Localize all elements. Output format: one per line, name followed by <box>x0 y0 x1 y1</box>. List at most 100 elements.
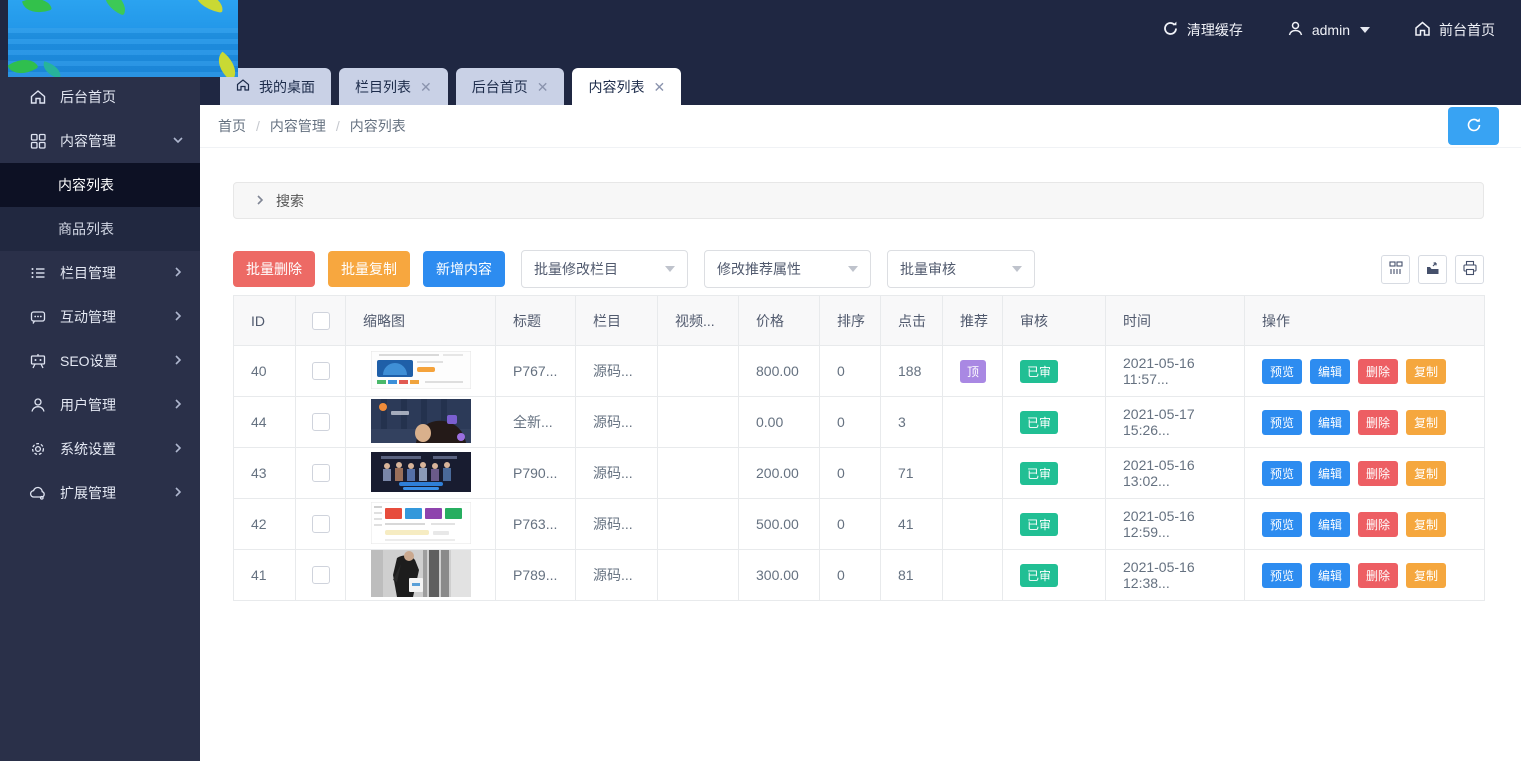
sidebar-item-user-management[interactable]: 用户管理 <box>0 383 200 427</box>
content-table: ID 缩略图 标题 栏目 视频... 价格 排序 点击 推荐 审核 时间 操作 <box>233 295 1485 601</box>
edit-button[interactable]: 编辑 <box>1310 461 1350 486</box>
batch-change-category-select[interactable]: 批量修改栏目 <box>521 250 688 288</box>
cell-category: 源码... <box>576 346 658 397</box>
cell-title[interactable]: P789... <box>496 550 576 601</box>
edit-button[interactable]: 编辑 <box>1310 410 1350 435</box>
table-row: 43 P790... 源码... 200.00 0 71 已审 20 <box>234 448 1485 499</box>
tab-bar: 我的桌面 栏目列表 ✕ 后台首页 ✕ 内容列表 ✕ <box>200 60 1521 105</box>
breadcrumb-content-management[interactable]: 内容管理 <box>270 116 326 136</box>
sidebar-item-backend-home[interactable]: 后台首页 <box>0 75 200 119</box>
cell-audit: 已审 <box>1003 550 1106 601</box>
home-icon <box>236 78 250 95</box>
thumbnail-image <box>371 550 471 600</box>
preview-button[interactable]: 预览 <box>1262 410 1302 435</box>
sidebar-item-product-list[interactable]: 商品列表 <box>0 207 200 251</box>
sidebar-item-extension-management[interactable]: 扩展管理 <box>0 471 200 515</box>
cell-actions: 预览 编辑 删除 复制 <box>1245 397 1485 448</box>
edit-button[interactable]: 编辑 <box>1310 512 1350 537</box>
delete-button[interactable]: 删除 <box>1358 461 1398 486</box>
edit-button[interactable]: 编辑 <box>1310 359 1350 384</box>
row-checkbox[interactable] <box>312 566 330 584</box>
cell-category: 源码... <box>576 448 658 499</box>
copy-button[interactable]: 复制 <box>1406 461 1446 486</box>
preview-button[interactable]: 预览 <box>1262 461 1302 486</box>
chevron-right-icon <box>172 397 184 413</box>
user-icon <box>28 395 48 415</box>
user-menu[interactable]: admin <box>1287 20 1370 40</box>
breadcrumb-home[interactable]: 首页 <box>218 116 246 136</box>
copy-button[interactable]: 复制 <box>1406 512 1446 537</box>
change-recommend-attr-select[interactable]: 修改推荐属性 <box>704 250 871 288</box>
batch-delete-button[interactable]: 批量删除 <box>233 251 315 287</box>
cell-price: 0.00 <box>739 397 820 448</box>
delete-button[interactable]: 删除 <box>1358 410 1398 435</box>
thumbnail-image <box>371 452 471 495</box>
cell-clicks: 3 <box>881 397 943 448</box>
chevron-down-icon <box>1012 266 1022 272</box>
select-all-checkbox[interactable] <box>312 312 330 330</box>
cell-audit: 已审 <box>1003 448 1106 499</box>
cell-price: 500.00 <box>739 499 820 550</box>
content-management-submenu: 内容列表 商品列表 <box>0 163 200 251</box>
header-video: 视频... <box>658 296 739 346</box>
front-home-link[interactable]: 前台首页 <box>1414 20 1495 40</box>
header-id: ID <box>234 296 296 346</box>
table-row: 44 全新... 源码... 0.00 0 3 已审 2021-05 <box>234 397 1485 448</box>
sidebar-item-system-settings[interactable]: 系统设置 <box>0 427 200 471</box>
cell-title[interactable]: 全新... <box>496 397 576 448</box>
row-checkbox[interactable] <box>312 515 330 533</box>
header-clicks: 点击 <box>881 296 943 346</box>
tab-category-list[interactable]: 栏目列表 ✕ <box>339 68 448 105</box>
cell-title[interactable]: P790... <box>496 448 576 499</box>
copy-button[interactable]: 复制 <box>1406 359 1446 384</box>
breadcrumb-bar: 首页 / 内容管理 / 内容列表 <box>200 105 1521 148</box>
cell-title[interactable]: P767... <box>496 346 576 397</box>
username: admin <box>1312 22 1350 38</box>
sidebar-item-seo-settings[interactable]: SEO设置 <box>0 339 200 383</box>
batch-audit-select[interactable]: 批量审核 <box>887 250 1035 288</box>
close-icon[interactable]: ✕ <box>653 80 665 94</box>
sidebar-item-category-management[interactable]: 栏目管理 <box>0 251 200 295</box>
tab-backend-home[interactable]: 后台首页 ✕ <box>456 68 565 105</box>
cell-title[interactable]: P763... <box>496 499 576 550</box>
cell-sort: 0 <box>820 550 881 601</box>
table-header-row: ID 缩略图 标题 栏目 视频... 价格 排序 点击 推荐 审核 时间 操作 <box>234 296 1485 346</box>
copy-button[interactable]: 复制 <box>1406 563 1446 588</box>
cell-sort: 0 <box>820 397 881 448</box>
chevron-right-icon <box>172 485 184 501</box>
batch-copy-button[interactable]: 批量复制 <box>328 251 410 287</box>
column-settings-button[interactable] <box>1381 255 1410 284</box>
tab-content-list[interactable]: 内容列表 ✕ <box>572 68 681 105</box>
preview-button[interactable]: 预览 <box>1262 359 1302 384</box>
print-button[interactable] <box>1455 255 1484 284</box>
cell-sort: 0 <box>820 346 881 397</box>
front-home-label: 前台首页 <box>1439 20 1495 40</box>
preview-button[interactable]: 预览 <box>1262 512 1302 537</box>
sidebar-item-content-list[interactable]: 内容列表 <box>0 163 200 207</box>
search-collapse-panel[interactable]: 搜索 <box>233 182 1484 219</box>
row-checkbox[interactable] <box>312 413 330 431</box>
sidebar-item-content-management[interactable]: 内容管理 <box>0 119 200 163</box>
delete-button[interactable]: 删除 <box>1358 359 1398 384</box>
delete-button[interactable]: 删除 <box>1358 512 1398 537</box>
cell-video <box>658 550 739 601</box>
sidebar-item-interaction-management[interactable]: 互动管理 <box>0 295 200 339</box>
row-checkbox[interactable] <box>312 362 330 380</box>
cloud-icon <box>28 483 48 503</box>
close-icon[interactable]: ✕ <box>537 80 549 94</box>
header-audit: 审核 <box>1003 296 1106 346</box>
row-checkbox[interactable] <box>312 464 330 482</box>
table-row: 41 P789... 源码... 300.00 0 81 已审 20 <box>234 550 1485 601</box>
refresh-page-button[interactable] <box>1448 107 1499 145</box>
thumbnail-image <box>371 399 471 446</box>
cell-audit: 已审 <box>1003 499 1106 550</box>
chat-icon <box>28 307 48 327</box>
delete-button[interactable]: 删除 <box>1358 563 1398 588</box>
add-content-button[interactable]: 新增内容 <box>423 251 505 287</box>
clear-cache-button[interactable]: 清理缓存 <box>1162 20 1243 40</box>
edit-button[interactable]: 编辑 <box>1310 563 1350 588</box>
close-icon[interactable]: ✕ <box>420 80 432 94</box>
copy-button[interactable]: 复制 <box>1406 410 1446 435</box>
preview-button[interactable]: 预览 <box>1262 563 1302 588</box>
export-button[interactable] <box>1418 255 1447 284</box>
